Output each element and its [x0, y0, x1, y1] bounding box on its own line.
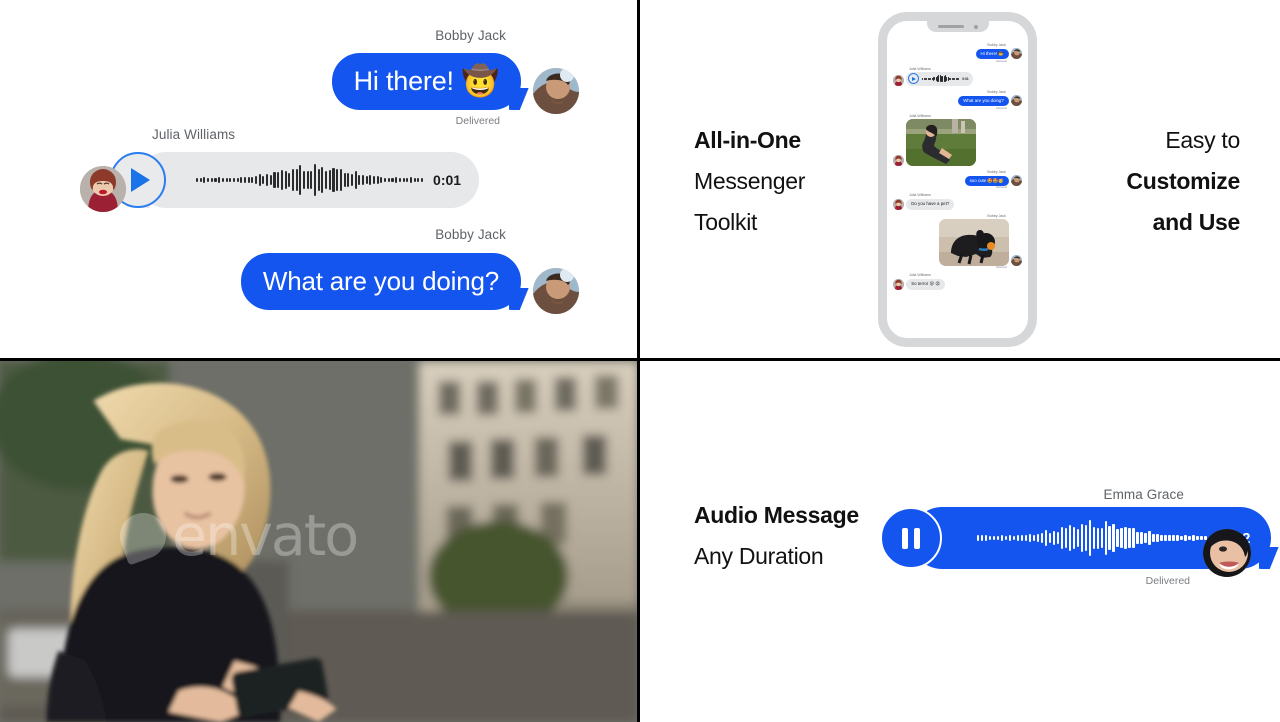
heading-line: Customize: [1126, 167, 1240, 194]
phone-sender: Bobby Jack: [987, 43, 1006, 47]
phone-audio-bubble[interactable]: 0:01: [906, 71, 973, 86]
waveform-icon: [196, 163, 424, 197]
message-status: Delivered: [455, 115, 500, 127]
waveform-icon: [977, 520, 1207, 556]
phone-message: Bobby Jack soo cute 🤩🤩🥳 Delivered: [893, 169, 1022, 190]
phone-bubble[interactable]: Do you have a pet?: [906, 199, 955, 210]
envato-leaf-icon: [113, 506, 173, 566]
heading-line: Easy to: [1165, 127, 1240, 153]
four-panel-grid: Bobby Jack Hi there! 🤠 Delivered Julia W…: [0, 0, 1280, 722]
bubble-tail: [509, 88, 531, 110]
heading-audio-message: Audio Message Any Duration: [694, 495, 859, 577]
phone-message: Julia Williams 0:01: [893, 67, 1022, 86]
message-sender-name: Bobby Jack: [435, 28, 506, 43]
phone-bubble[interactable]: Hi there! 🤠: [975, 48, 1009, 60]
play-icon[interactable]: [908, 73, 920, 85]
avatar-bobby-jack[interactable]: [1011, 95, 1022, 107]
phone-bubble[interactable]: What are you doing?: [958, 95, 1009, 107]
phone-screen: Bobby Jack Hi there! 🤠 Delivered Julia W…: [887, 21, 1028, 338]
avatar-emma-grace[interactable]: [1203, 529, 1251, 577]
panel-phone-mockup: All-in-One Messenger Toolkit Easy to Cus…: [640, 0, 1280, 361]
phone-message: Bobby Jack Hi there! 🤠 Delivered: [893, 43, 1022, 63]
phone-sender: Julia Williams: [909, 273, 931, 278]
audio-message-bubble[interactable]: 0:01: [110, 152, 480, 208]
avatar-julia-williams[interactable]: [893, 154, 904, 166]
heading-line: Any Duration: [694, 542, 824, 569]
phone-status: Delivered: [996, 106, 1007, 110]
message-sender-name: Emma Grace: [1103, 487, 1184, 502]
message-sender-name: Julia Williams: [152, 127, 236, 142]
audio-duration: 0:01: [433, 172, 462, 188]
phone-sender: Bobby Jack: [987, 213, 1006, 218]
phone-message: Bobby Jack What are you doing? Delivered: [893, 90, 1022, 110]
chat-bubble-what-are-you-doing[interactable]: What are you doing?: [240, 253, 521, 310]
heading-line: All-in-One: [694, 127, 801, 153]
watermark-envato: envato: [113, 501, 520, 571]
phone-message: Bobby Jack Delivered: [893, 213, 1022, 270]
bubble-text: Hi there!: [353, 66, 454, 96]
pause-icon[interactable]: [880, 507, 942, 569]
avatar-julia-williams[interactable]: [893, 278, 904, 290]
phone-bubble[interactable]: So terror 😲 😡: [906, 279, 945, 290]
phone-message: Julia Williams Do you have a pet?: [893, 193, 1022, 210]
message-row-audio: 0:01: [80, 152, 480, 212]
message-sender-name: Bobby Jack: [435, 227, 506, 242]
avatar-bobby-jack[interactable]: [1011, 48, 1022, 60]
panel-chat-preview: Bobby Jack Hi there! 🤠 Delivered Julia W…: [0, 0, 640, 361]
phone-message: Julia Williams So terror 😲 😡: [893, 273, 1022, 290]
avatar-julia-williams[interactable]: [80, 166, 126, 212]
avatar-bobby-jack[interactable]: [533, 68, 579, 114]
phone-mockup: Bobby Jack Hi there! 🤠 Delivered Julia W…: [878, 12, 1037, 347]
waveform-icon: [922, 74, 960, 83]
avatar-julia-williams[interactable]: [893, 74, 904, 86]
bubble-tail: [1259, 547, 1280, 569]
phone-photo-black-dog[interactable]: [938, 218, 1009, 266]
phone-photo-woman-on-grass[interactable]: [906, 118, 977, 166]
phone-status: Delivered: [996, 186, 1007, 190]
heading-easy-to-customize: Easy to Customize and Use: [1126, 120, 1240, 243]
phone-bubble[interactable]: soo cute 🤩🤩🥳: [964, 175, 1009, 186]
phone-message: Julia Williams: [893, 114, 1022, 166]
cowboy-emoji: 🤠: [461, 64, 499, 98]
phone-sender: Julia Williams: [909, 113, 931, 118]
panel-audio-message: Audio Message Any Duration Emma Grace 0:…: [640, 361, 1280, 722]
phone-audio-duration: 0:01: [962, 76, 969, 81]
bubble-tail: [509, 288, 531, 310]
message-row-hi-there: Hi there! 🤠: [331, 53, 579, 114]
avatar-bobby-jack[interactable]: [1011, 174, 1022, 186]
phone-sender: Julia Williams: [909, 193, 931, 198]
phone-status: Delivered: [996, 59, 1007, 63]
avatar-julia-williams[interactable]: [893, 198, 904, 210]
chat-bubble-hi-there[interactable]: Hi there! 🤠: [331, 53, 521, 110]
phone-status: Delivered: [996, 266, 1007, 270]
phone-sender: Bobby Jack: [987, 169, 1006, 174]
background-video-street-scene: envato: [0, 361, 637, 722]
heading-line: Messenger: [694, 167, 806, 194]
panel-video-overlay: envato Bobby Jack Bobby Jack 3D Motion T…: [0, 361, 640, 722]
heading-all-in-one: All-in-One Messenger Toolkit: [694, 120, 805, 243]
heading-line: Audio Message: [694, 502, 859, 528]
heading-line: and Use: [1152, 208, 1241, 235]
bubble-text: What are you doing?: [262, 266, 499, 296]
watermark-text: envato: [172, 503, 359, 569]
phone-sender: Bobby Jack: [987, 89, 1006, 94]
phone-sender: Julia Williams: [909, 66, 931, 71]
heading-line: Toolkit: [694, 208, 758, 235]
avatar-bobby-jack[interactable]: [1011, 254, 1022, 266]
message-row-what-are-you-doing: What are you doing?: [240, 253, 579, 314]
avatar-bobby-jack[interactable]: [533, 268, 579, 314]
message-status: Delivered: [1145, 575, 1190, 587]
